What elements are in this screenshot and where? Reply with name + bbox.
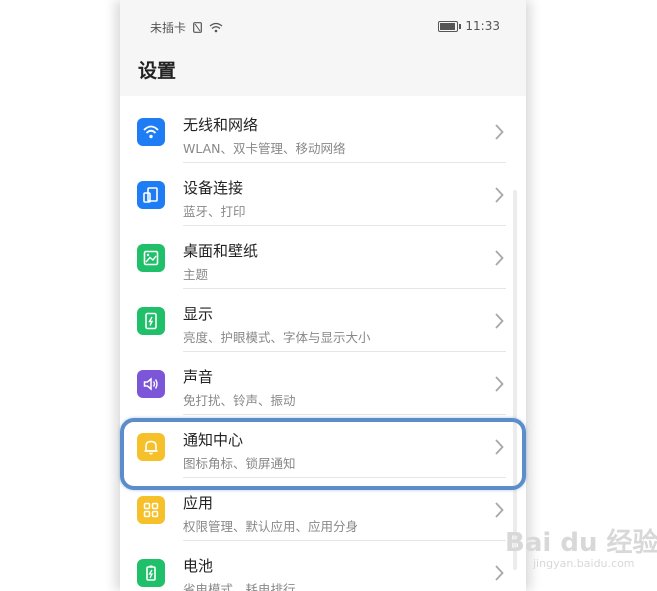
status-right: 11:33 (437, 19, 500, 33)
status-bar: 未插卡 11:33 (120, 14, 526, 40)
settings-item[interactable]: 设备连接 蓝牙、打印 (120, 163, 526, 226)
settings-item-subtitle: 权限管理、默认应用、应用分身 (183, 519, 359, 534)
chevron-right-icon (492, 185, 506, 205)
watermark-brand: Bai du 经验 (505, 528, 657, 558)
chevron-right-icon (492, 563, 506, 583)
settings-item-label: 电池 (183, 557, 214, 575)
sound-icon (137, 370, 165, 398)
no-sim-icon (192, 21, 202, 36)
wifi-icon (137, 118, 165, 146)
device-link-icon (137, 181, 165, 209)
page-title: 设置 (138, 60, 177, 82)
display-icon (137, 307, 165, 335)
wifi-signal-icon (209, 22, 223, 36)
settings-item-label: 桌面和壁纸 (183, 242, 259, 260)
settings-item-label: 应用 (183, 494, 214, 512)
phone-screen: 未插卡 11:33 设置 无线和网络 WLAN、双卡管理、移动网络 设备连接蓝牙、打… (120, 0, 526, 591)
settings-item[interactable]: 桌面和壁纸 主题 (120, 226, 526, 289)
settings-item[interactable]: 显示亮度、护眼模式、字体与显示大小 (120, 289, 526, 352)
settings-item-subtitle: 蓝牙、打印 (183, 204, 246, 219)
settings-item[interactable]: 电池省电模式、耗电排行 (120, 541, 526, 591)
watermark: Bai du 经验 jingyan.baidu.com (505, 522, 657, 570)
settings-list: 无线和网络 WLAN、双卡管理、移动网络 设备连接蓝牙、打印桌面和壁纸主题显示亮度、… (120, 96, 526, 591)
settings-item-subtitle: WLAN、双卡管理、移动网络 (183, 141, 346, 156)
settings-item-label: 显示 (183, 305, 214, 323)
settings-item-subtitle: 亮度、护眼模式、字体与显示大小 (183, 330, 371, 345)
settings-item-label: 声音 (183, 368, 214, 386)
battery-icon (137, 559, 165, 587)
settings-item-label: 无线和网络 (183, 116, 259, 134)
chevron-right-icon (492, 122, 506, 142)
settings-item[interactable]: 声音免打扰、铃声、振动 (120, 352, 526, 415)
settings-item[interactable]: 无线和网络 WLAN、双卡管理、移动网络 (120, 100, 526, 163)
apps-icon (137, 496, 165, 524)
carrier-status: 未插卡 (150, 19, 223, 36)
chevron-right-icon (492, 248, 506, 268)
settings-item-subtitle: 免打扰、铃声、振动 (183, 393, 296, 408)
chevron-right-icon (492, 500, 506, 520)
battery-status-icon (437, 21, 461, 32)
settings-item-subtitle: 省电模式、耗电排行 (183, 582, 296, 591)
chevron-right-icon (492, 311, 506, 331)
highlight-box (120, 418, 526, 490)
clock: 11:33 (465, 19, 500, 33)
settings-item-subtitle: 主题 (183, 267, 209, 282)
chevron-right-icon (492, 374, 506, 394)
carrier-text: 未插卡 (150, 21, 187, 35)
wallpaper-icon (137, 244, 165, 272)
settings-item-label: 设备连接 (183, 179, 244, 197)
scrollbar[interactable] (513, 190, 517, 570)
